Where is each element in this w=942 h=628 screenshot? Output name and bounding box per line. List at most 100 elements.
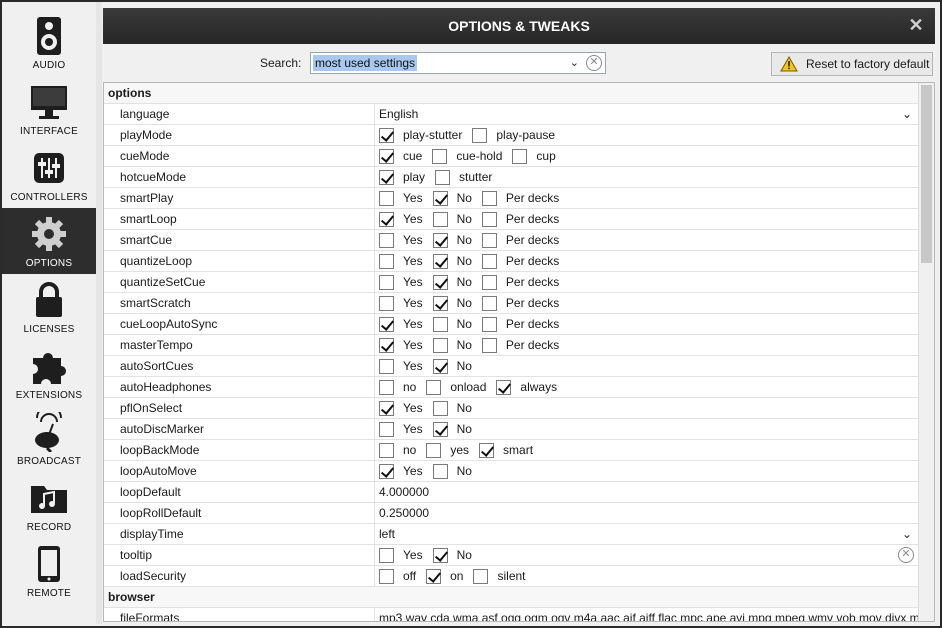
checkbox-option[interactable]: no	[379, 379, 416, 395]
checkbox-checked[interactable]	[496, 379, 512, 395]
checkbox-unchecked[interactable]	[379, 547, 394, 563]
checkbox-option[interactable]: Yes	[379, 463, 423, 479]
checkbox-option[interactable]: No	[432, 274, 472, 290]
checkbox-option[interactable]: cue-hold	[432, 148, 502, 164]
checkbox-option[interactable]: No	[432, 316, 472, 332]
checkbox-unchecked[interactable]	[481, 295, 497, 311]
checkbox-checked[interactable]	[426, 568, 442, 584]
checkbox-option[interactable]: yes	[426, 442, 469, 458]
sidebar-item-controllers[interactable]: CONTROLLERS	[2, 142, 96, 208]
sidebar-item-licenses[interactable]: LICENSES	[2, 274, 96, 340]
checkbox-unchecked[interactable]	[379, 379, 394, 395]
checkbox-option[interactable]: Yes	[379, 316, 423, 332]
checkbox-option[interactable]: Yes	[379, 400, 423, 416]
checkbox-option[interactable]: No	[432, 421, 472, 437]
checkbox-option[interactable]: Yes	[379, 274, 423, 290]
checkbox-option[interactable]: Yes	[379, 232, 423, 248]
checkbox-option[interactable]: Yes	[379, 337, 423, 353]
vertical-scrollbar[interactable]	[918, 83, 934, 621]
checkbox-option[interactable]: on	[426, 568, 463, 584]
checkbox-unchecked[interactable]	[481, 253, 497, 269]
checkbox-unchecked[interactable]	[432, 400, 448, 416]
checkbox-option[interactable]: No	[432, 253, 472, 269]
clear-search-icon[interactable]: ✕	[586, 55, 602, 71]
checkbox-option[interactable]: Per decks	[481, 232, 559, 248]
checkbox-option[interactable]: No	[432, 400, 472, 416]
checkbox-unchecked[interactable]	[379, 253, 394, 269]
sidebar-item-record[interactable]: RECORD	[2, 472, 96, 538]
reset-factory-button[interactable]: Reset to factory default	[771, 52, 933, 76]
checkbox-unchecked[interactable]	[481, 232, 497, 248]
chevron-down-icon[interactable]: ⌄	[902, 107, 912, 121]
checkbox-checked[interactable]	[432, 295, 448, 311]
checkbox-option[interactable]: No	[432, 547, 472, 563]
checkbox-checked[interactable]	[379, 316, 394, 332]
checkbox-option[interactable]: Yes	[379, 421, 423, 437]
checkbox-option[interactable]: Per decks	[481, 337, 559, 353]
checkbox-checked[interactable]	[432, 358, 448, 374]
checkbox-unchecked[interactable]	[379, 358, 394, 374]
checkbox-option[interactable]: No	[432, 211, 472, 227]
checkbox-option[interactable]: Per decks	[481, 253, 559, 269]
checkbox-option[interactable]: always	[496, 379, 557, 395]
checkbox-option[interactable]: cue	[379, 148, 422, 164]
chevron-down-icon[interactable]: ⌄	[570, 56, 579, 69]
checkbox-checked[interactable]	[379, 463, 394, 479]
checkbox-checked[interactable]	[379, 169, 394, 185]
checkbox-option[interactable]: stutter	[435, 169, 492, 185]
checkbox-unchecked[interactable]	[379, 295, 394, 311]
sidebar-item-interface[interactable]: INTERFACE	[2, 76, 96, 142]
sidebar-item-audio[interactable]: AUDIO	[2, 10, 96, 76]
checkbox-option[interactable]: No	[432, 358, 472, 374]
sidebar-item-broadcast[interactable]: BROADCAST	[2, 406, 96, 472]
checkbox-option[interactable]: off	[379, 568, 416, 584]
checkbox-option[interactable]: No	[432, 337, 472, 353]
checkbox-option[interactable]: Per decks	[481, 211, 559, 227]
checkbox-checked[interactable]	[379, 148, 394, 164]
checkbox-option[interactable]: play-pause	[472, 127, 555, 143]
checkbox-unchecked[interactable]	[473, 568, 489, 584]
checkbox-option[interactable]: Yes	[379, 358, 423, 374]
chevron-down-icon[interactable]: ⌄	[902, 527, 912, 541]
checkbox-unchecked[interactable]	[432, 211, 448, 227]
checkbox-option[interactable]: Per decks	[481, 295, 559, 311]
sidebar-item-options[interactable]: OPTIONS	[2, 208, 96, 274]
checkbox-option[interactable]: Per decks	[481, 316, 559, 332]
checkbox-unchecked[interactable]	[432, 316, 448, 332]
close-icon[interactable]: ✕	[907, 16, 925, 34]
checkbox-checked[interactable]	[432, 253, 448, 269]
checkbox-option[interactable]: play-stutter	[379, 127, 462, 143]
checkbox-checked[interactable]	[379, 127, 394, 143]
checkbox-option[interactable]: Yes	[379, 547, 423, 563]
checkbox-option[interactable]: Yes	[379, 253, 423, 269]
checkbox-checked[interactable]	[379, 211, 394, 227]
checkbox-option[interactable]: Yes	[379, 211, 423, 227]
checkbox-checked[interactable]	[432, 190, 448, 206]
checkbox-unchecked[interactable]	[435, 169, 451, 185]
checkbox-option[interactable]: cup	[512, 148, 556, 164]
checkbox-option[interactable]: No	[432, 463, 472, 479]
checkbox-option[interactable]: onload	[426, 379, 486, 395]
checkbox-option[interactable]: silent	[473, 568, 526, 584]
checkbox-unchecked[interactable]	[512, 148, 528, 164]
checkbox-checked[interactable]	[432, 232, 448, 248]
checkbox-unchecked[interactable]	[432, 148, 448, 164]
checkbox-unchecked[interactable]	[432, 463, 448, 479]
checkbox-option[interactable]: no	[379, 442, 416, 458]
checkbox-checked[interactable]	[432, 547, 448, 563]
sidebar-item-extensions[interactable]: EXTENSIONS	[2, 340, 96, 406]
checkbox-checked[interactable]	[379, 400, 394, 416]
search-input[interactable]: most used settings ⌄ ✕	[310, 52, 606, 74]
checkbox-unchecked[interactable]	[379, 568, 394, 584]
checkbox-unchecked[interactable]	[379, 421, 394, 437]
checkbox-unchecked[interactable]	[379, 442, 394, 458]
setting-value[interactable]: 4.000000	[375, 482, 918, 503]
checkbox-option[interactable]: smart	[479, 442, 533, 458]
checkbox-checked[interactable]	[432, 421, 448, 437]
checkbox-option[interactable]: play	[379, 169, 425, 185]
checkbox-unchecked[interactable]	[481, 211, 497, 227]
checkbox-checked[interactable]	[379, 337, 394, 353]
checkbox-unchecked[interactable]	[379, 232, 394, 248]
checkbox-unchecked[interactable]	[379, 274, 394, 290]
checkbox-unchecked[interactable]	[426, 442, 442, 458]
